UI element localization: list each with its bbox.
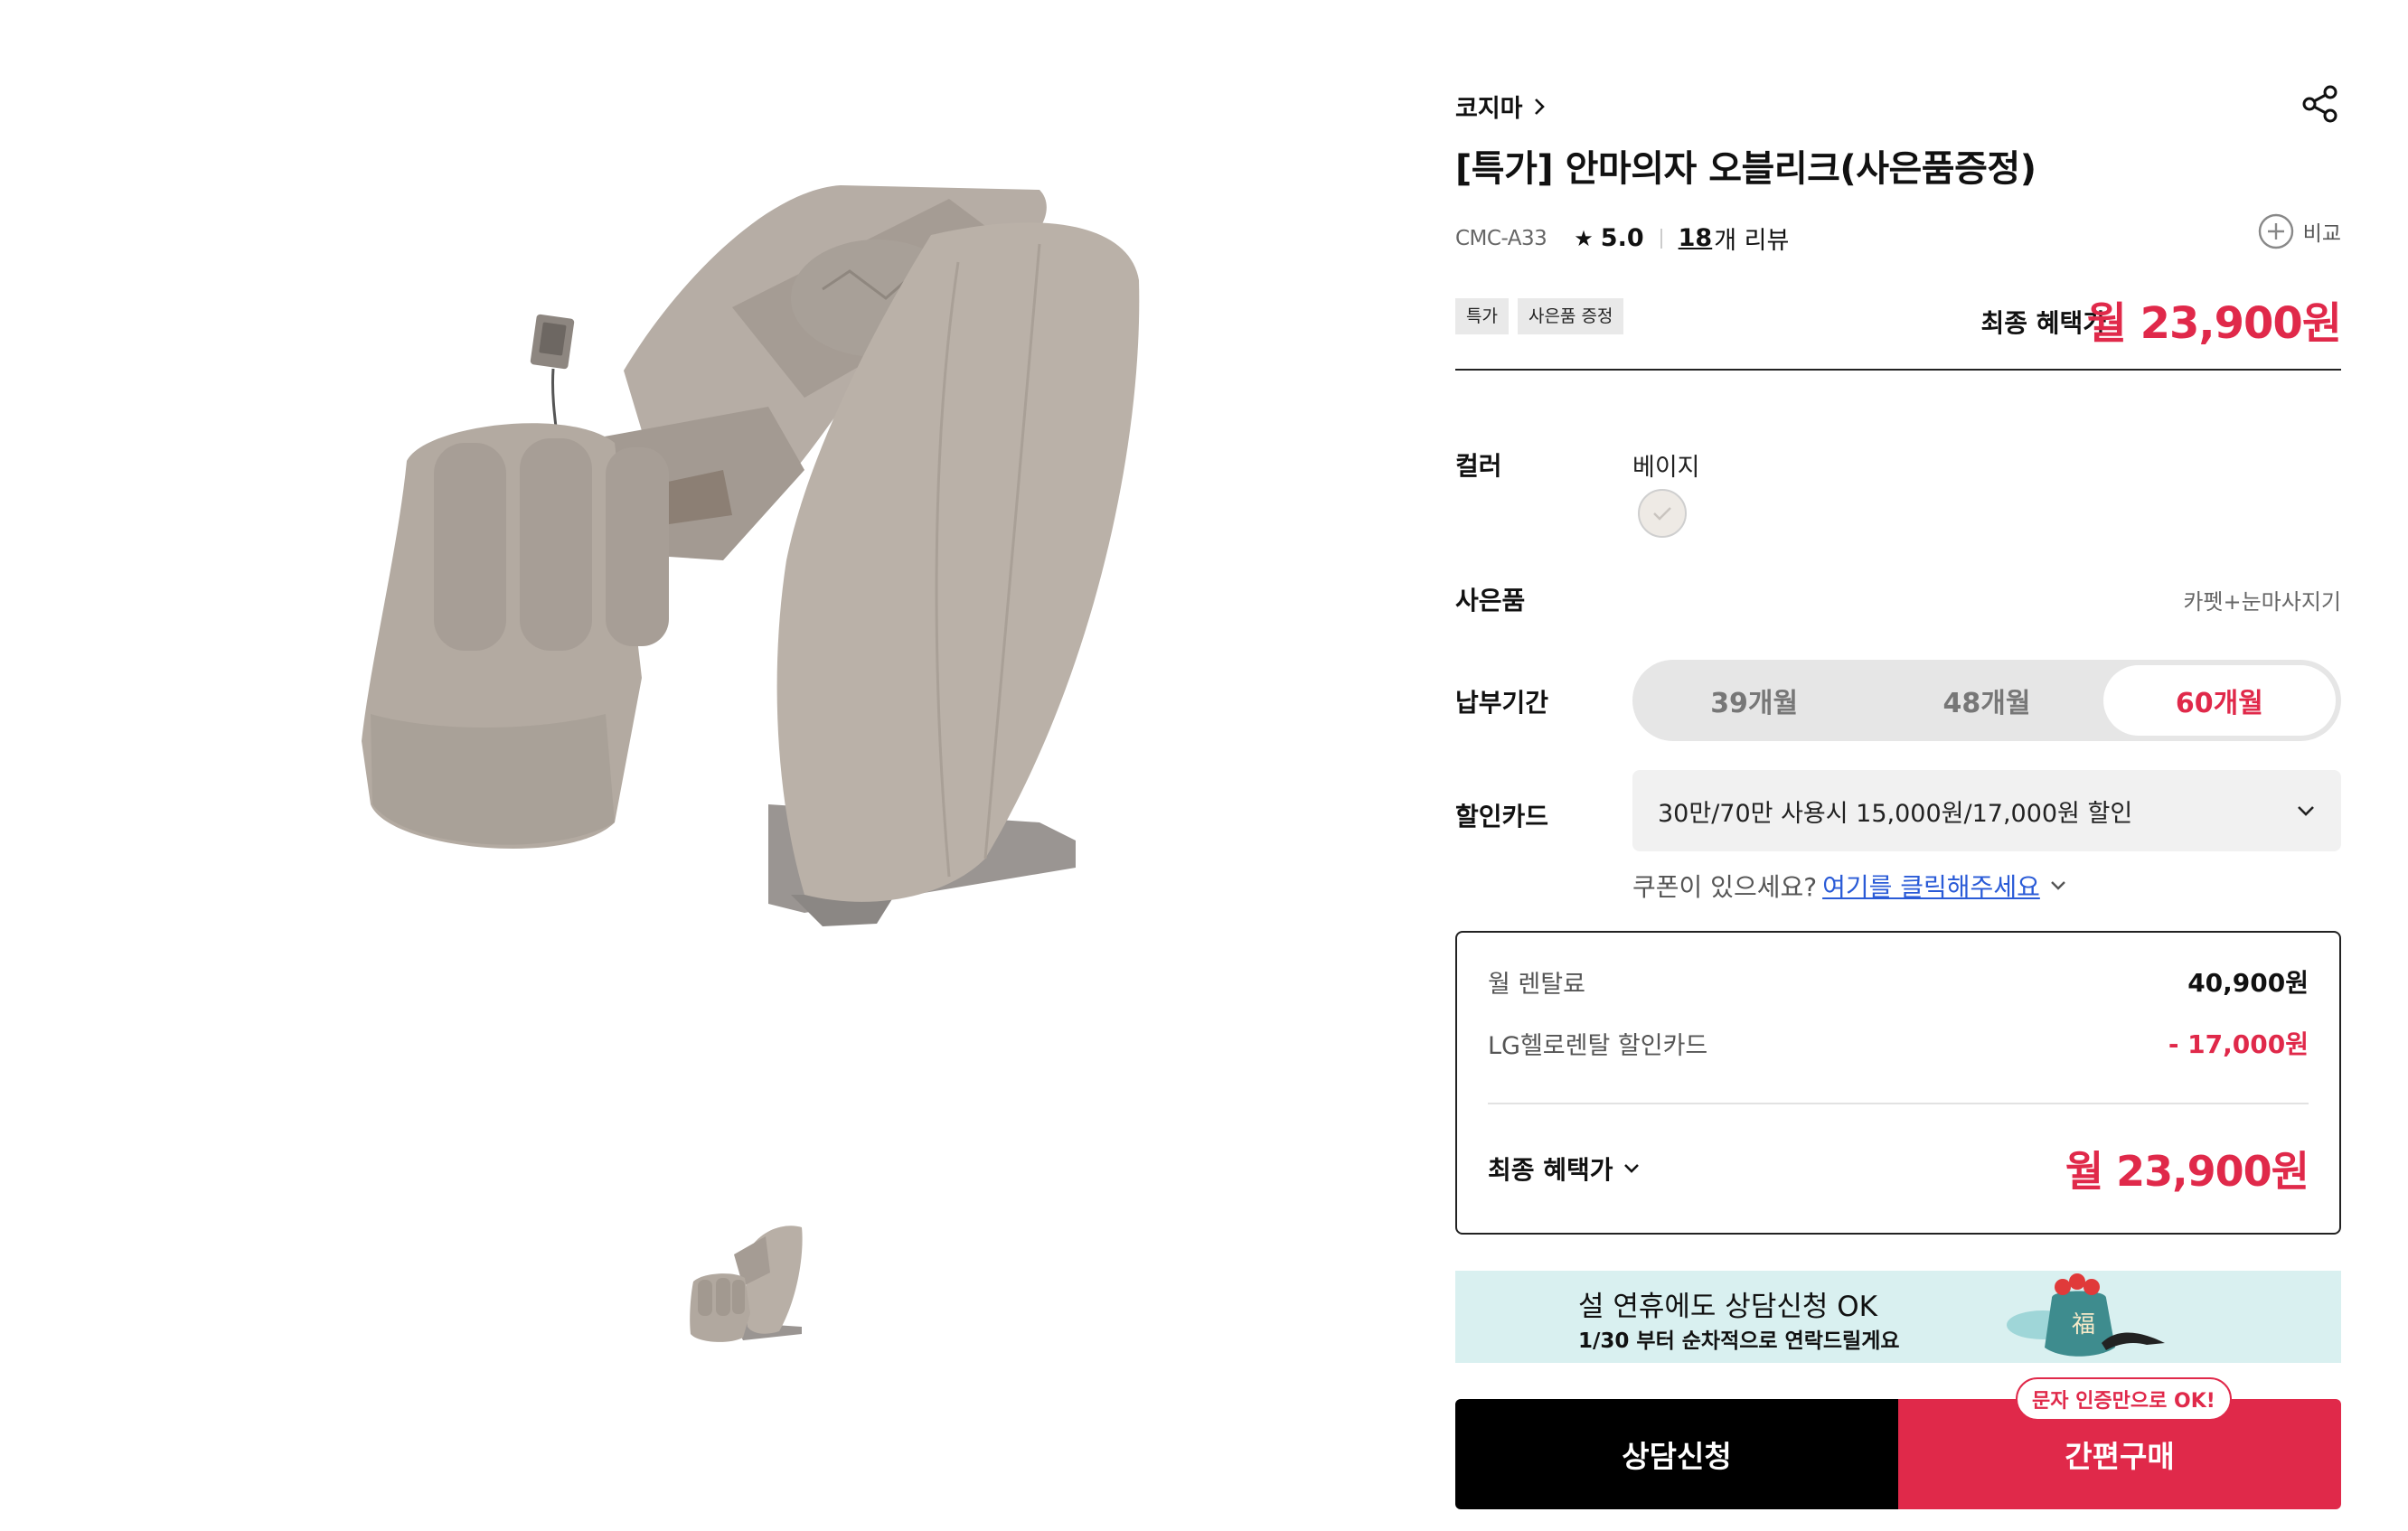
color-swatch-beige[interactable] bbox=[1638, 489, 1687, 538]
coupon-row: 쿠폰이 있으세요? 여기를 클릭해주세요 bbox=[1632, 868, 2069, 904]
lucky-bag-illustration: 福 bbox=[2007, 1273, 2165, 1357]
compare-label: 비교 bbox=[2302, 222, 2341, 246]
card-select-value: 30만/70만 사용시 15,000원/17,000원 할인 bbox=[1658, 799, 2133, 828]
chevron-right-icon bbox=[1534, 98, 1545, 115]
price-box-divider bbox=[1488, 1103, 2309, 1104]
card-discount-label: LG헬로렌탈 할인카드 bbox=[1488, 1031, 1708, 1060]
share-icon bbox=[2302, 85, 2337, 123]
period-option-48[interactable]: 48개월 bbox=[1870, 665, 2102, 736]
badge-special: 특가 bbox=[1455, 298, 1509, 334]
period-option-60[interactable]: 60개월 bbox=[2102, 665, 2336, 736]
compare-button[interactable]: 비교 bbox=[2258, 213, 2341, 249]
coupon-link[interactable]: 여기를 클릭해주세요 bbox=[1822, 868, 2040, 904]
final-price-toggle[interactable]: 최종 혜택가 bbox=[1488, 1151, 1642, 1187]
product-info-panel: 코지마 [특가] 안마의자 오블리크(사은품증정) CMC-A33 ★ 5.0 … bbox=[1455, 0, 2342, 1531]
color-label: 컬러 bbox=[1455, 451, 1502, 481]
sms-auth-tooltip: 문자 인증만으로 OK! bbox=[2016, 1377, 2232, 1430]
period-option-39[interactable]: 39개월 bbox=[1638, 665, 1870, 736]
banner-subtext: 1/30 부터 순차적으로 연락드릴게요 bbox=[1578, 1329, 1900, 1353]
monthly-rent-label: 월 렌탈료 bbox=[1488, 970, 1585, 999]
monthly-rent-value: 40,900원 bbox=[2187, 968, 2309, 998]
badge-list: 특가 사은품 증정 bbox=[1455, 298, 1624, 334]
review-unit: 개 리뷰 bbox=[1714, 227, 1790, 255]
product-gallery bbox=[0, 0, 1410, 1531]
chevron-down-icon bbox=[1623, 1164, 1639, 1173]
review-count-link[interactable]: 18 bbox=[1679, 224, 1713, 252]
gift-label: 사은품 bbox=[1455, 586, 1526, 615]
period-selector: 39개월 48개월 60개월 bbox=[1632, 660, 2341, 741]
star-icon: ★ bbox=[1574, 225, 1594, 251]
banner-art-glyph: 福 bbox=[2072, 1311, 2095, 1338]
gift-value: 카펫+눈마사지기 bbox=[2183, 589, 2341, 615]
product-title: [특가] 안마의자 오블리크(사은품증정) bbox=[1455, 148, 2036, 190]
price-summary-box: 월 렌탈료 40,900원 LG헬로렌탈 할인카드 - 17,000원 최종 혜… bbox=[1455, 931, 2341, 1235]
final-price: 월 23,900원 bbox=[2086, 298, 2342, 349]
final-price-box-label: 최종 혜택가 bbox=[1488, 1155, 1613, 1185]
meta-separator bbox=[1660, 228, 1662, 249]
share-button[interactable] bbox=[2300, 83, 2341, 125]
product-meta: CMC-A33 ★ 5.0 18 개 리뷰 bbox=[1455, 221, 1789, 256]
product-thumbnail[interactable] bbox=[680, 1218, 817, 1345]
consult-button[interactable]: 상담신청 bbox=[1455, 1399, 1898, 1509]
coupon-question: 쿠폰이 있으세요? bbox=[1632, 872, 1818, 902]
model-number: CMC-A33 bbox=[1455, 226, 1547, 250]
monthly-rent-row: 월 렌탈료 40,900원 bbox=[1488, 963, 2309, 1000]
check-icon bbox=[1653, 507, 1671, 521]
final-price-row: 최종 혜택가 월 23,900원 bbox=[1488, 1139, 2309, 1198]
holiday-banner[interactable]: 설 연휴에도 상담신청 OK 1/30 부터 순차적으로 연락드릴게요 福 bbox=[1455, 1271, 2341, 1363]
color-name: 베이지 bbox=[1632, 454, 1700, 482]
rating-value: 5.0 bbox=[1600, 224, 1644, 252]
card-discount-value: - 17,000원 bbox=[2168, 1029, 2309, 1059]
brand-name: 코지마 bbox=[1455, 95, 1523, 123]
period-label: 납부기간 bbox=[1455, 688, 1549, 718]
chevron-down-icon bbox=[2298, 806, 2314, 816]
product-main-image bbox=[298, 172, 1229, 994]
card-label: 할인카드 bbox=[1455, 802, 1549, 831]
final-price-box-value: 월 23,900원 bbox=[2065, 1147, 2309, 1196]
plus-circle-icon bbox=[2258, 213, 2293, 249]
badge-gift: 사은품 증정 bbox=[1517, 298, 1624, 334]
banner-headline: 설 연휴에도 상담신청 OK bbox=[1578, 1291, 1877, 1323]
section-divider bbox=[1455, 369, 2341, 371]
card-select[interactable]: 30만/70만 사용시 15,000원/17,000원 할인 bbox=[1632, 770, 2341, 851]
chevron-down-icon[interactable] bbox=[2047, 876, 2069, 896]
brand-link[interactable]: 코지마 bbox=[1455, 89, 1547, 124]
card-discount-row: LG헬로렌탈 할인카드 - 17,000원 bbox=[1488, 1025, 2309, 1061]
